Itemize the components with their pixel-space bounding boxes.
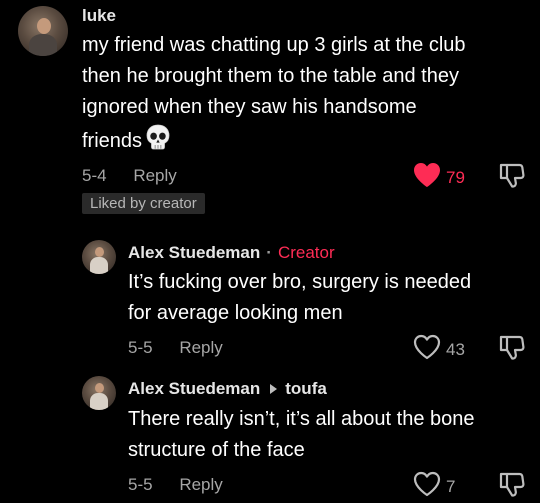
comment-text: my friend was chatting up 3 girls at the… (82, 30, 532, 161)
comment-username[interactable]: luke (82, 6, 116, 26)
dislike-button[interactable] (498, 470, 526, 503)
skull-icon (144, 123, 172, 161)
comment-text-line: then he brought them to the table and th… (82, 65, 459, 87)
comment-text-line: ignored when they saw his handsome (82, 96, 417, 118)
comment-meta: 5-4 Reply (82, 166, 177, 186)
reply-button[interactable]: Reply (179, 475, 222, 494)
comment-text-line: There really isn’t, it’s all about the b… (128, 408, 475, 430)
comment-meta: 5-5 Reply (128, 338, 223, 358)
separator-dot: · (266, 243, 272, 262)
reply-button[interactable]: Reply (133, 166, 176, 185)
dislike-button[interactable] (498, 333, 526, 366)
avatar-luke[interactable] (18, 6, 68, 56)
comment-text-line: structure of the face (128, 439, 305, 461)
comment-text-line: my friend was chatting up 3 girls at the… (82, 34, 466, 56)
thumbs-down-icon (498, 472, 526, 502)
comment-username: Alex Stuedeman · Creator (128, 243, 335, 263)
like-count: 79 (446, 167, 465, 187)
heart-outline-icon (412, 333, 442, 366)
avatar-alex-stuedeman[interactable] (82, 240, 116, 274)
like-button[interactable]: 79 (412, 161, 465, 194)
comment-meta: 5-5 Reply (128, 475, 223, 495)
comment-username: Alex Stuedeman toufa (128, 379, 327, 399)
comment-text-line: friends (82, 130, 143, 152)
comment-text-line: for average looking men (128, 302, 343, 324)
heart-outline-icon (412, 470, 442, 503)
username-label[interactable]: Alex Stuedeman (128, 379, 260, 398)
like-count: 7 (446, 476, 456, 496)
dislike-button[interactable] (498, 161, 526, 194)
comment-date: 5-5 (128, 475, 153, 494)
heart-filled-icon (412, 161, 442, 194)
comment-text-line: It’s fucking over bro, surgery is needed (128, 271, 472, 293)
comment-date: 5-4 (82, 166, 107, 185)
username-label[interactable]: Alex Stuedeman (128, 243, 260, 262)
reply-to-arrow-icon (270, 384, 278, 395)
comment-text: It’s fucking over bro, surgery is needed… (128, 267, 533, 329)
thumbs-down-icon (498, 163, 526, 193)
like-button[interactable]: 43 (412, 333, 465, 366)
reply-to-username[interactable]: toufa (285, 379, 327, 398)
like-count: 43 (446, 339, 465, 359)
thumbs-down-icon (498, 335, 526, 365)
avatar-alex-stuedeman[interactable] (82, 376, 116, 410)
creator-tag: Creator (277, 243, 335, 262)
like-button[interactable]: 7 (412, 470, 455, 503)
liked-by-creator-badge: Liked by creator (82, 193, 205, 214)
reply-button[interactable]: Reply (179, 338, 222, 357)
comment-date: 5-5 (128, 338, 153, 357)
comment-text: There really isn’t, it’s all about the b… (128, 404, 533, 466)
